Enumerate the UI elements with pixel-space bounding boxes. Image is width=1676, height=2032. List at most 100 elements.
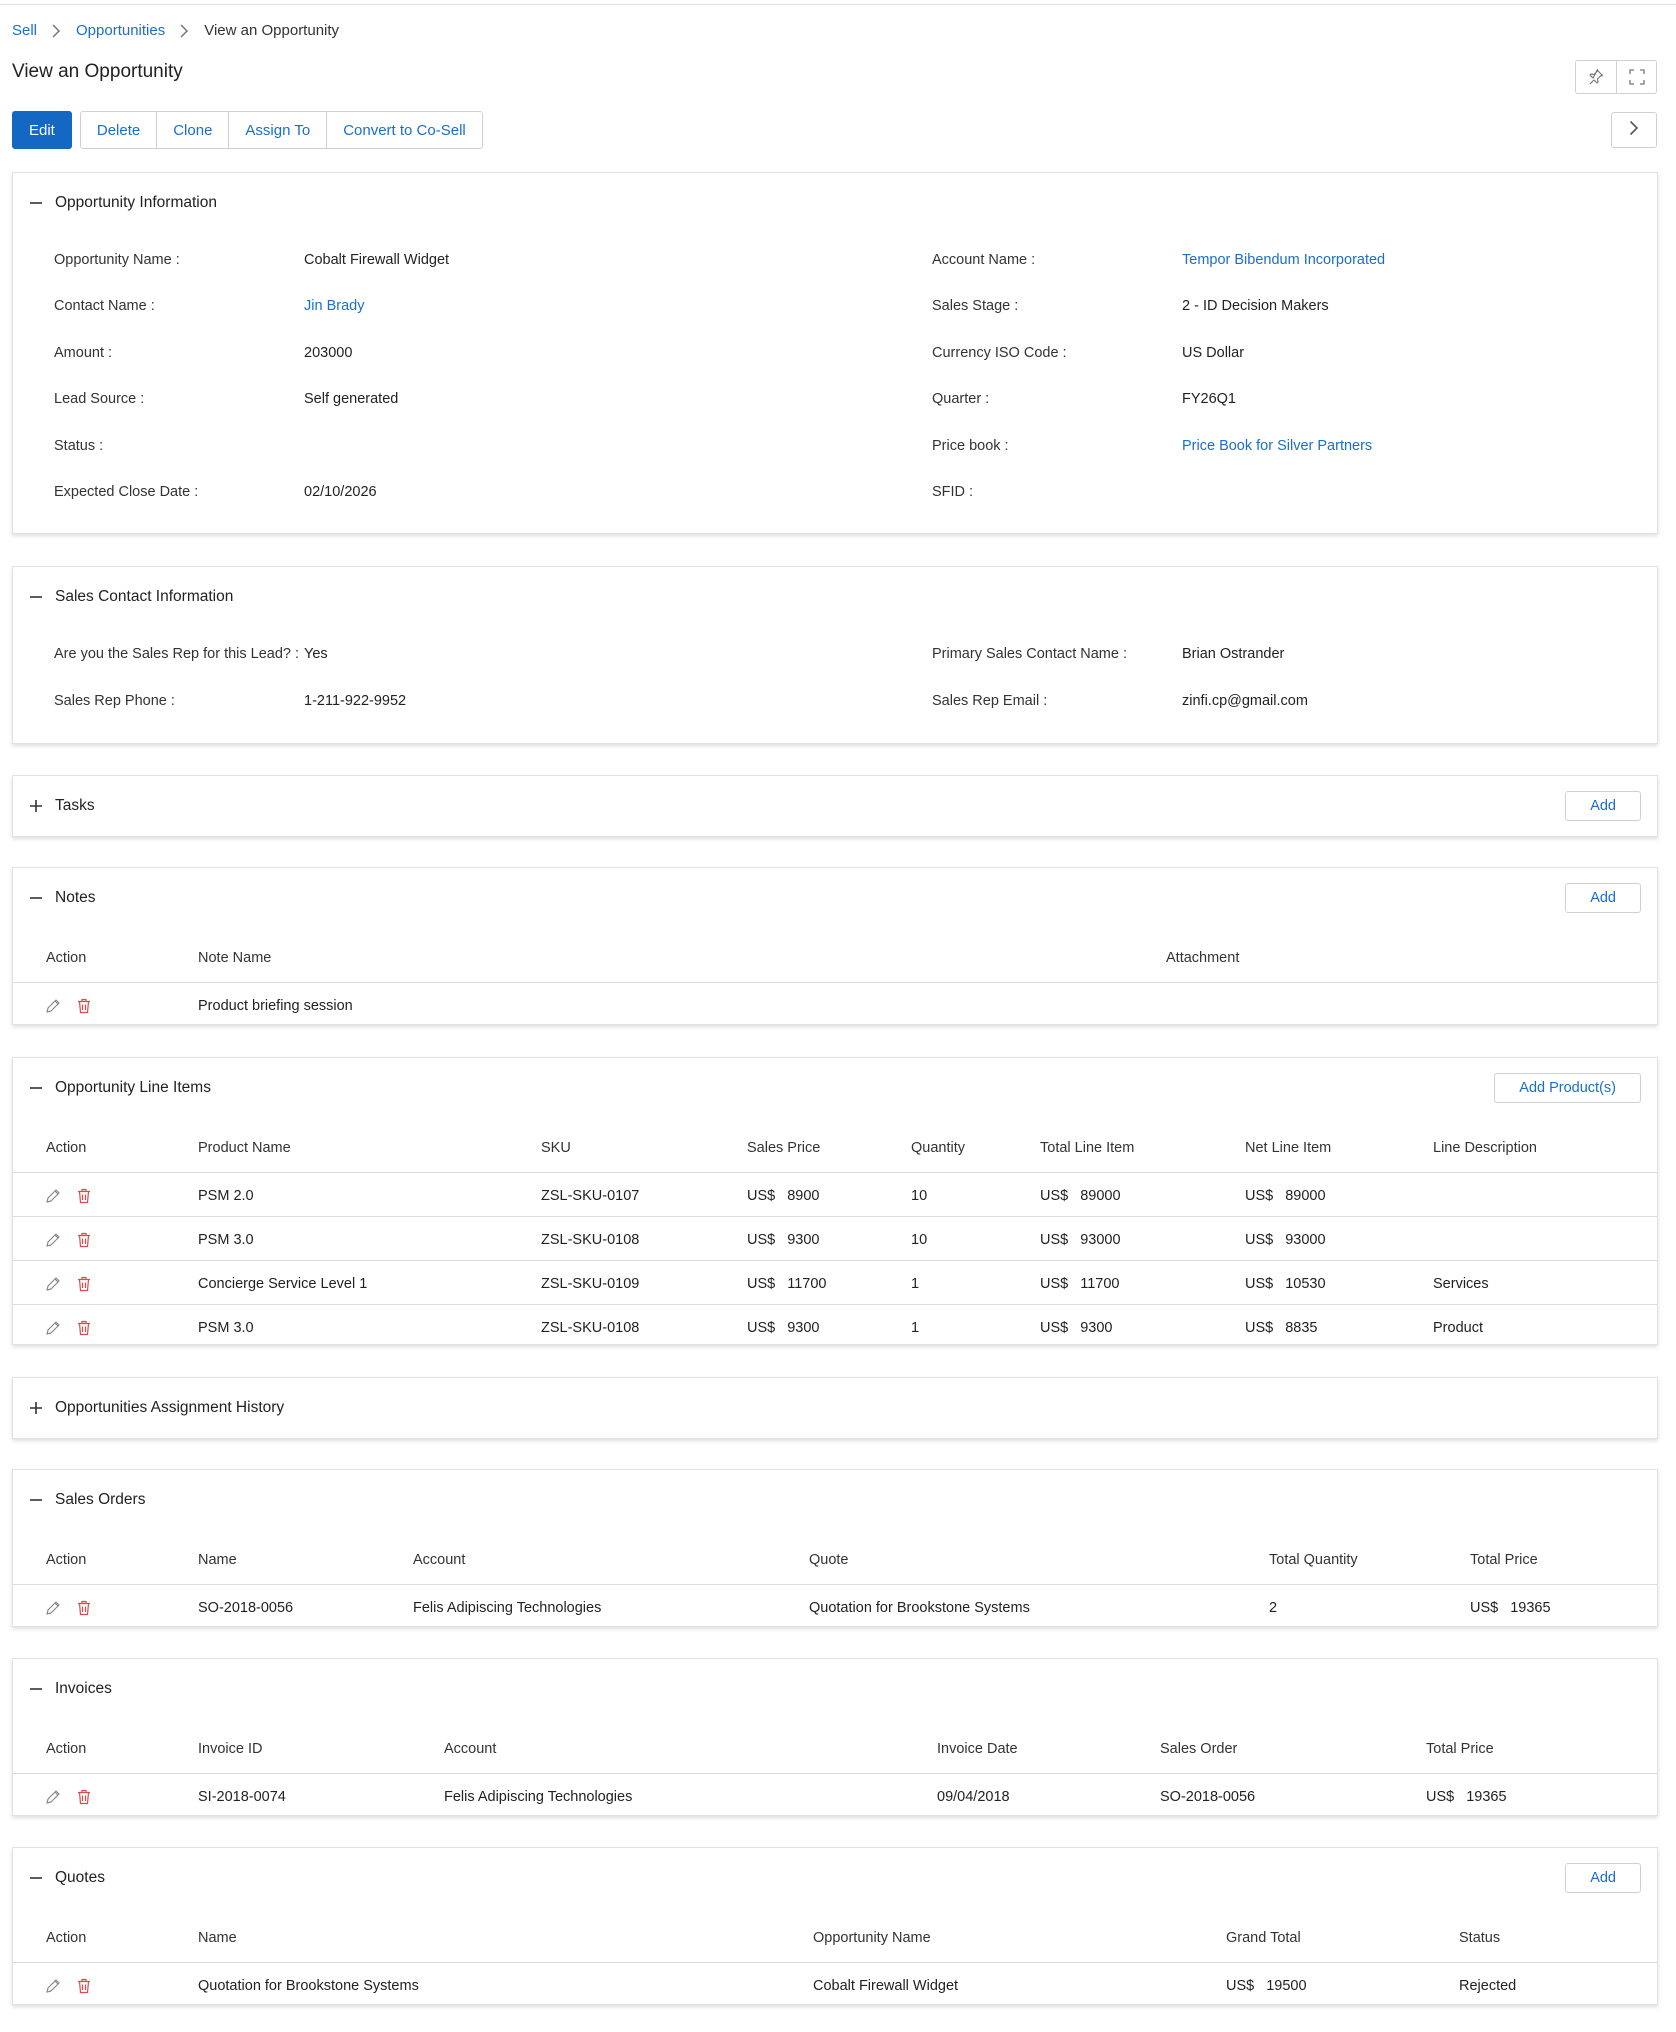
clone-button[interactable]: Clone — [156, 112, 228, 148]
expand-icon[interactable] — [29, 799, 43, 813]
quote-name-link[interactable]: Quotation for Brookstone Systems — [198, 1964, 419, 2007]
view-options — [1575, 60, 1657, 94]
trash-icon[interactable] — [77, 1978, 91, 1994]
column-header: Action — [46, 1741, 87, 1757]
expand-icon[interactable] — [29, 1401, 43, 1415]
currency-label: US$ — [1245, 1319, 1274, 1336]
edit-button[interactable]: Edit — [12, 111, 72, 149]
note-name-link[interactable]: Product briefing session — [198, 984, 353, 1027]
sales-order-link[interactable]: SO-2018-0056 — [1160, 1775, 1255, 1818]
contact-name-link[interactable]: Jin Brady — [304, 298, 364, 314]
edit-pencil-icon[interactable] — [45, 1320, 61, 1336]
opportunity-name-link[interactable]: Cobalt Firewall Widget — [813, 1964, 958, 2007]
column-header: Quote — [809, 1552, 849, 1568]
edit-pencil-icon[interactable] — [45, 1789, 61, 1805]
row-actions — [45, 1775, 91, 1818]
quote-link[interactable]: Quotation for Brookstone Systems — [809, 1586, 1030, 1629]
edit-pencil-icon[interactable] — [45, 1600, 61, 1616]
collapse-icon[interactable] — [29, 891, 43, 905]
sales-order-link[interactable]: SO-2018-0056 — [198, 1586, 293, 1629]
currency-label: US$ — [1426, 1788, 1455, 1805]
currency-label: US$ — [1040, 1319, 1069, 1336]
sales-stage-value: 2 - ID Decision Makers — [1182, 298, 1329, 314]
column-header: Net Line Item — [1245, 1140, 1332, 1156]
line-description-cell: Services — [1433, 1275, 1489, 1292]
collapse-icon[interactable] — [29, 590, 43, 604]
currency-label: US$ — [1245, 1231, 1274, 1248]
sales-price-cell: US$ 9300 — [747, 1218, 819, 1261]
edit-pencil-icon[interactable] — [45, 1188, 61, 1204]
add-task-button[interactable]: Add — [1565, 791, 1641, 821]
add-note-button[interactable]: Add — [1565, 883, 1641, 913]
account-link[interactable]: Felis Adipiscing Technologies — [444, 1775, 632, 1818]
add-products-button[interactable]: Add Product(s) — [1494, 1073, 1641, 1103]
invoice-id-link[interactable]: SI-2018-0074 — [198, 1775, 286, 1818]
edit-pencil-icon[interactable] — [45, 998, 61, 1014]
net-value: 10530 — [1285, 1275, 1326, 1292]
delete-button[interactable]: Delete — [81, 112, 156, 148]
add-quote-button[interactable]: Add — [1565, 1863, 1641, 1893]
fullscreen-icon[interactable] — [1616, 61, 1656, 93]
primary-contact-value: Brian Ostrander — [1182, 646, 1285, 662]
invoices-panel: Invoices Action Invoice ID Account Invoi… — [12, 1658, 1658, 1816]
currency-label: US$ — [1245, 1275, 1274, 1292]
trash-icon[interactable] — [77, 1600, 91, 1616]
collapse-icon[interactable] — [29, 1081, 43, 1095]
trash-icon[interactable] — [77, 1789, 91, 1805]
trash-icon[interactable] — [77, 1232, 91, 1248]
collapse-icon[interactable] — [29, 196, 43, 210]
edit-pencil-icon[interactable] — [45, 1232, 61, 1248]
table-header: Action Product Name SKU Sales Price Quan… — [13, 1123, 1657, 1173]
column-header: Opportunity Name — [813, 1930, 931, 1946]
collapse-icon[interactable] — [29, 1493, 43, 1507]
edit-pencil-icon[interactable] — [45, 1978, 61, 1994]
currency-label: US$ — [747, 1187, 776, 1204]
net-value: 8835 — [1285, 1319, 1318, 1336]
panel-title: Opportunity Information — [55, 194, 217, 211]
trash-icon[interactable] — [77, 1320, 91, 1336]
price-book-link[interactable]: Price Book for Silver Partners — [1182, 438, 1372, 454]
panel-title: Opportunity Line Items — [55, 1079, 211, 1096]
product-name-link[interactable]: PSM 3.0 — [198, 1218, 254, 1261]
product-name-link[interactable]: Concierge Service Level 1 — [198, 1262, 367, 1305]
product-name-link[interactable]: PSM 2.0 — [198, 1174, 254, 1217]
sales-rep-phone-value: 1-211-922-9952 — [304, 693, 407, 709]
sales-price-value: 9300 — [787, 1231, 820, 1248]
account-name-link[interactable]: Tempor Bibendum Incorporated — [1182, 252, 1385, 268]
column-header: Total Quantity — [1269, 1552, 1358, 1568]
collapse-icon[interactable] — [29, 1682, 43, 1696]
amount-label: Amount : — [54, 345, 113, 361]
column-header: Action — [46, 950, 87, 966]
net-line-item-cell: US$ 89000 — [1245, 1174, 1326, 1217]
breadcrumb: Sell Opportunities View an Opportunity — [12, 22, 339, 39]
breadcrumb-sell[interactable]: Sell — [12, 22, 37, 39]
total-quantity-cell: 2 — [1269, 1599, 1278, 1616]
trash-icon[interactable] — [77, 998, 91, 1014]
grand-total-value: 19500 — [1266, 1977, 1307, 1994]
column-header: Line Description — [1433, 1140, 1537, 1156]
collapse-icon[interactable] — [29, 1871, 43, 1885]
account-link[interactable]: Felis Adipiscing Technologies — [413, 1586, 601, 1629]
next-record-button[interactable] — [1611, 112, 1657, 148]
trash-icon[interactable] — [77, 1188, 91, 1204]
table-header: Action Note Name Attachment — [13, 933, 1657, 983]
breadcrumb-current: View an Opportunity — [204, 22, 340, 39]
convert-to-co-sell-button[interactable]: Convert to Co-Sell — [326, 112, 482, 148]
sales-rep-question-value: Yes — [304, 646, 328, 662]
breadcrumb-opportunities[interactable]: Opportunities — [76, 22, 165, 39]
edit-pencil-icon[interactable] — [45, 1276, 61, 1292]
pin-icon[interactable] — [1576, 61, 1616, 93]
product-name-link[interactable]: PSM 3.0 — [198, 1306, 254, 1349]
quotes-panel: Quotes Add Action Name Opportunity Name … — [12, 1847, 1658, 2005]
assign-to-button[interactable]: Assign To — [228, 112, 326, 148]
amount-value: 203000 — [304, 345, 353, 361]
net-value: 93000 — [1285, 1231, 1326, 1248]
panel-title: Sales Contact Information — [55, 588, 234, 605]
total-value: 9300 — [1080, 1319, 1113, 1336]
currency-label: US$ — [1470, 1599, 1499, 1616]
panel-header: Opportunity Information — [13, 173, 1657, 233]
quarter-value: FY26Q1 — [1182, 391, 1236, 407]
column-header: Sales Price — [747, 1140, 821, 1156]
trash-icon[interactable] — [77, 1276, 91, 1292]
panel-header: Sales Contact Information — [13, 567, 1657, 627]
